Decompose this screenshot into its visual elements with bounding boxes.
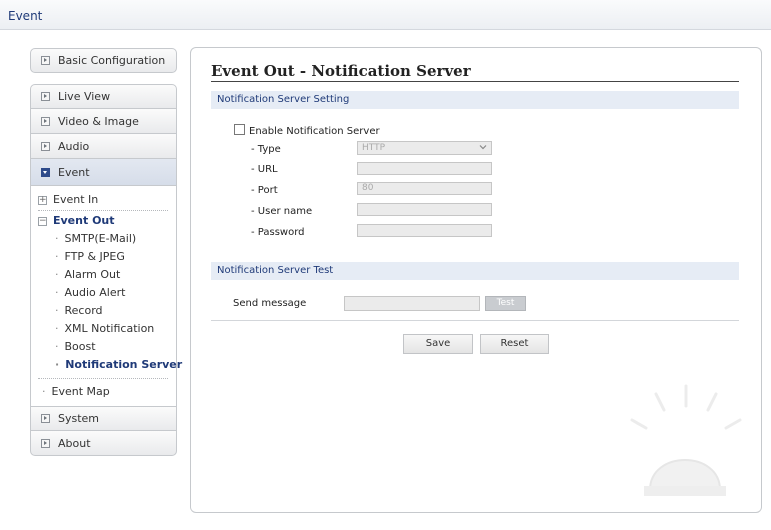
nav-basic-configuration[interactable]: Basic Configuration xyxy=(30,48,177,73)
type-label: - Type xyxy=(251,144,281,155)
divider xyxy=(38,378,168,379)
collapse-icon xyxy=(41,167,50,177)
nav-label: Event xyxy=(58,165,90,179)
enable-label: Enable Notification Server xyxy=(249,126,380,137)
submenu-record[interactable]: · Record xyxy=(55,304,103,317)
nav-video-image[interactable]: Video & Image xyxy=(30,109,177,134)
expand-icon xyxy=(41,414,50,423)
expand-icon xyxy=(41,438,50,448)
username-label: - User name xyxy=(251,206,313,217)
port-label: - Port xyxy=(251,185,278,196)
save-button[interactable]: Save xyxy=(403,334,473,354)
section-header-test: Notification Server Test xyxy=(211,262,739,280)
url-label: - URL xyxy=(251,164,278,175)
reset-button[interactable]: Reset xyxy=(480,334,549,354)
submenu-audio-alert[interactable]: · Audio Alert xyxy=(55,286,125,299)
nav-label: Live View xyxy=(58,90,111,103)
nav-event[interactable]: Event xyxy=(30,159,177,186)
title-divider xyxy=(211,81,739,82)
minus-icon: − xyxy=(38,215,47,226)
breadcrumb: Event xyxy=(8,9,43,23)
nav-label: Basic Configuration xyxy=(58,54,166,67)
nav-label: Video & Image xyxy=(58,114,139,128)
nav-label: About xyxy=(58,436,91,450)
test-button[interactable]: Test xyxy=(485,296,526,311)
nav-label: System xyxy=(58,412,100,425)
send-message-input[interactable] xyxy=(344,296,480,311)
send-message-label: Send message xyxy=(233,298,307,309)
submenu-xml-notification[interactable]: · XML Notification xyxy=(55,322,154,335)
nav-live-view[interactable]: Live View xyxy=(30,84,177,109)
username-input[interactable] xyxy=(357,203,492,216)
submenu-ftp-jpeg[interactable]: · FTP & JPEG xyxy=(55,250,125,263)
submenu-event-out[interactable]: − Event Out xyxy=(38,214,115,227)
nav-audio[interactable]: Audio xyxy=(30,134,177,159)
submenu-event-in[interactable]: + Event In xyxy=(38,193,98,206)
submenu-notification-server[interactable]: · Notification Server xyxy=(55,358,182,371)
password-input[interactable] xyxy=(357,224,492,237)
chevron-down-icon xyxy=(479,145,487,150)
expand-icon xyxy=(41,56,50,65)
submenu-alarm-out[interactable]: · Alarm Out xyxy=(55,268,120,281)
submenu-boost[interactable]: · Boost xyxy=(55,340,96,353)
expand-icon xyxy=(41,141,50,151)
url-input[interactable] xyxy=(357,162,492,175)
enable-checkbox[interactable] xyxy=(234,124,245,135)
form-divider xyxy=(211,320,739,321)
expand-icon xyxy=(41,92,50,101)
password-label: - Password xyxy=(251,227,305,238)
submenu-smtp[interactable]: · SMTP(E-Mail) xyxy=(55,232,136,245)
divider xyxy=(38,210,168,211)
plus-icon: + xyxy=(38,194,47,205)
nav-system[interactable]: System xyxy=(30,406,177,431)
expand-icon xyxy=(41,116,50,126)
nav-label: Audio xyxy=(58,139,90,153)
top-bar: Event xyxy=(0,0,771,30)
alarm-light-icon xyxy=(630,384,742,496)
type-select[interactable]: HTTP xyxy=(357,141,492,155)
page-title: Event Out - Notification Server xyxy=(211,62,471,80)
nav-about[interactable]: About xyxy=(30,431,177,456)
section-header-setting: Notification Server Setting xyxy=(211,91,739,109)
port-input[interactable]: 80 xyxy=(357,182,492,195)
submenu-event-map[interactable]: · Event Map xyxy=(42,385,110,398)
